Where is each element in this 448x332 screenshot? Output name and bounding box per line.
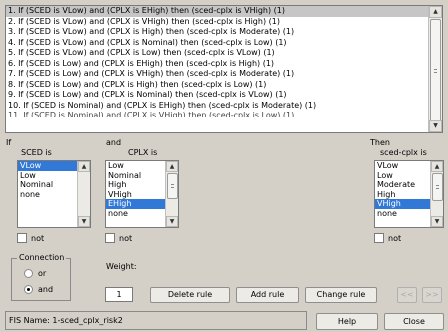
rule-item[interactable]: 1. If (SCED is VLow) and (CPLX is EHigh)… <box>6 6 428 17</box>
output-scrollbar[interactable]: ▲ ▼ <box>430 161 443 227</box>
cplx-option[interactable]: none <box>106 209 165 219</box>
scroll-down-arrow-icon[interactable]: ▼ <box>429 120 442 132</box>
rules-scrollbar[interactable]: ▲ ▼ <box>428 6 442 132</box>
scroll-thumb[interactable] <box>167 173 178 199</box>
add-rule-button[interactable]: Add rule <box>236 287 299 303</box>
and-radio[interactable] <box>24 285 33 294</box>
delete-rule-button[interactable]: Delete rule <box>150 287 230 303</box>
cplx-not-checkbox[interactable] <box>105 233 115 243</box>
output-option[interactable]: Low <box>375 171 430 181</box>
status-bar: FIS Name: 1-sced_cplx_risk2 <box>5 311 307 330</box>
output-label: sced-cplx is <box>380 148 427 157</box>
sced-label: SCED is <box>21 148 52 157</box>
cplx-option[interactable]: EHigh <box>106 199 165 209</box>
output-not-label: not <box>388 234 402 243</box>
rule-item[interactable]: 2. If (SCED is VLow) and (CPLX is VHigh)… <box>6 17 428 28</box>
sced-scrollbar[interactable]: ▲ ▼ <box>77 161 90 227</box>
scroll-thumb[interactable] <box>432 173 443 201</box>
output-option[interactable]: Moderate <box>375 180 430 190</box>
rule-item[interactable]: 7. If (SCED is Low) and (CPLX is VHigh) … <box>6 69 428 80</box>
change-rule-button[interactable]: Change rule <box>305 287 377 303</box>
rules-list: 1. If (SCED is VLow) and (CPLX is EHigh)… <box>6 6 428 132</box>
output-option[interactable]: High <box>375 190 430 200</box>
next-button[interactable]: >> <box>422 287 442 303</box>
fis-name-text: FIS Name: 1-sced_cplx_risk2 <box>9 316 123 325</box>
or-label: or <box>38 269 47 278</box>
cplx-scrollbar[interactable]: ▲ ▼ <box>165 161 178 227</box>
close-button[interactable]: Close <box>384 313 444 330</box>
output-listbox[interactable]: VLow Low Moderate High VHigh none ▲ ▼ <box>374 160 444 228</box>
scroll-up-arrow-icon[interactable]: ▲ <box>431 161 443 172</box>
sced-option[interactable]: VLow <box>18 161 77 171</box>
cplx-listbox[interactable]: Low Nominal High VHigh EHigh none ▲ ▼ <box>105 160 179 228</box>
sced-not-checkbox[interactable] <box>17 233 27 243</box>
if-label: If <box>6 138 12 147</box>
rule-item[interactable]: 4. If (SCED is VLow) and (CPLX is Nomina… <box>6 38 428 49</box>
sced-listbox[interactable]: VLow Low Nominal none ▲ ▼ <box>17 160 91 228</box>
or-radio[interactable] <box>24 269 33 278</box>
help-button[interactable]: Help <box>316 313 378 330</box>
cplx-option[interactable]: Low <box>106 161 165 171</box>
rule-item[interactable]: 9. If (SCED is Low) and (CPLX is Nominal… <box>6 90 428 101</box>
sced-option[interactable]: Nominal <box>18 180 77 190</box>
sced-option[interactable]: Low <box>18 171 77 181</box>
scroll-up-arrow-icon[interactable]: ▲ <box>78 161 90 172</box>
rule-item[interactable]: 6. If (SCED is Low) and (CPLX is EHigh) … <box>6 59 428 70</box>
cplx-not-label: not <box>119 234 133 243</box>
rule-item[interactable]: 8. If (SCED is Low) and (CPLX is High) t… <box>6 80 428 91</box>
scroll-thumb[interactable] <box>430 19 441 122</box>
and-label: and <box>106 138 122 147</box>
connection-title: Connection <box>17 253 67 262</box>
cplx-option[interactable]: VHigh <box>106 190 165 200</box>
output-option[interactable]: VHigh <box>375 199 430 209</box>
and-radio-label: and <box>38 285 54 294</box>
scroll-down-arrow-icon[interactable]: ▼ <box>78 216 90 227</box>
scroll-up-arrow-icon[interactable]: ▲ <box>166 161 178 172</box>
rule-item[interactable]: 10. If (SCED is Nominal) and (CPLX is EH… <box>6 101 428 112</box>
output-option[interactable]: none <box>375 209 430 219</box>
scroll-down-arrow-icon[interactable]: ▼ <box>166 216 178 227</box>
rule-item[interactable]: 5. If (SCED is VLow) and (CPLX is Low) t… <box>6 48 428 59</box>
weight-input[interactable]: 1 <box>105 287 133 302</box>
sced-not-label: not <box>31 234 45 243</box>
sced-option[interactable]: none <box>18 190 77 200</box>
cplx-option[interactable]: High <box>106 180 165 190</box>
output-option[interactable]: VLow <box>375 161 430 171</box>
rules-listbox[interactable]: 1. If (SCED is VLow) and (CPLX is EHigh)… <box>5 5 443 133</box>
connection-group: Connection or and <box>11 253 71 301</box>
scroll-up-arrow-icon[interactable]: ▲ <box>429 6 442 18</box>
output-not-checkbox[interactable] <box>374 233 384 243</box>
rule-item[interactable]: 11. If (SCED is Nominal) and (CPLX is VH… <box>6 111 428 117</box>
weight-label: Weight: <box>106 262 137 271</box>
previous-button[interactable]: << <box>397 287 417 303</box>
cplx-option[interactable]: Nominal <box>106 171 165 181</box>
cplx-label: CPLX is <box>128 148 158 157</box>
scroll-down-arrow-icon[interactable]: ▼ <box>431 216 443 227</box>
then-label: Then <box>370 138 390 147</box>
rule-item[interactable]: 3. If (SCED is VLow) and (CPLX is High) … <box>6 27 428 38</box>
